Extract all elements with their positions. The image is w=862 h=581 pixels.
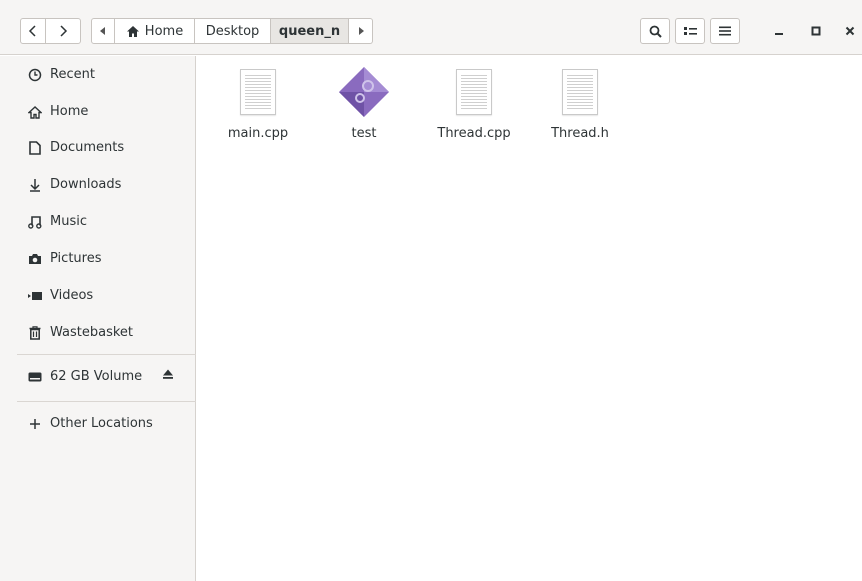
sidebar-item-label: Home	[50, 103, 89, 119]
sidebar-item-home[interactable]: Home	[0, 93, 196, 129]
file-name: Thread.cpp	[437, 126, 511, 141]
sidebar-item-other-locations[interactable]: Other Locations	[0, 405, 196, 441]
search-button[interactable]	[640, 18, 670, 44]
chevron-right-icon	[60, 25, 68, 37]
back-button[interactable]	[20, 18, 46, 44]
sidebar-item-label: Pictures	[50, 250, 102, 266]
sidebar-item-label: Videos	[50, 287, 94, 303]
sidebar-item-music[interactable]: Music	[0, 203, 196, 239]
forward-button[interactable]	[45, 18, 81, 44]
path-crumb-desktop[interactable]: Desktop	[195, 18, 271, 44]
sidebar-item-label: Recent	[50, 66, 95, 82]
home-icon	[27, 104, 43, 120]
sidebar: Recent Home Documents Downloads Music Pi…	[0, 56, 196, 581]
video-icon	[27, 288, 43, 304]
plus-icon	[27, 416, 43, 432]
file-item[interactable]: Thread.h	[535, 62, 625, 152]
path-crumb-label: queen_n	[278, 23, 341, 39]
view-toggle-button[interactable]	[675, 18, 705, 44]
eject-icon[interactable]	[162, 368, 174, 384]
path-crumb-home[interactable]: Home	[115, 18, 195, 44]
chevron-left-icon	[28, 25, 36, 37]
sidebar-item-wastebasket[interactable]: Wastebasket	[0, 314, 196, 350]
file-item[interactable]: Thread.cpp	[429, 62, 519, 152]
file-view[interactable]: main.cpp test Thread.cpp Thread.h	[197, 56, 862, 581]
executable-icon	[334, 62, 394, 122]
maximize-button[interactable]	[803, 18, 829, 44]
sidebar-item-pictures[interactable]: Pictures	[0, 240, 196, 276]
path-bar: Home Desktop queen_n	[91, 18, 373, 44]
sidebar-item-label: Music	[50, 213, 87, 229]
sidebar-item-label: Wastebasket	[50, 324, 134, 340]
file-name: Thread.h	[551, 126, 609, 141]
sidebar-item-videos[interactable]: Videos	[0, 277, 196, 313]
list-view-icon	[683, 27, 697, 35]
sidebar-item-label: 62 GB Volume	[50, 368, 143, 384]
clock-icon	[27, 67, 43, 83]
file-item[interactable]: main.cpp	[213, 62, 303, 152]
header-bar: Home Desktop queen_n	[0, 0, 862, 55]
file-item[interactable]: test	[319, 62, 409, 152]
menu-button[interactable]	[710, 18, 740, 44]
file-name: test	[351, 126, 377, 141]
trash-icon	[27, 325, 43, 341]
path-crumb-label: Desktop	[205, 23, 260, 39]
text-file-icon	[444, 62, 504, 122]
download-icon	[27, 177, 43, 193]
minimize-button[interactable]	[766, 18, 792, 44]
document-icon	[27, 140, 43, 156]
search-icon	[649, 25, 662, 38]
path-scroll-right-button[interactable]	[349, 18, 373, 44]
hamburger-menu-icon	[719, 26, 731, 36]
triangle-left-icon	[100, 27, 105, 35]
sidebar-separator	[17, 354, 196, 355]
home-icon	[126, 25, 139, 37]
sidebar-item-label: Documents	[50, 139, 125, 155]
close-icon	[845, 26, 855, 36]
drive-icon	[27, 369, 43, 385]
close-button[interactable]	[837, 18, 862, 44]
maximize-icon	[811, 26, 821, 36]
sidebar-item-label: Other Locations	[50, 415, 153, 431]
sidebar-item-recent[interactable]: Recent	[0, 56, 196, 92]
minimize-icon	[775, 33, 783, 35]
text-file-icon	[550, 62, 610, 122]
path-crumb-current[interactable]: queen_n	[271, 18, 349, 44]
path-scroll-left-button[interactable]	[91, 18, 115, 44]
music-icon	[27, 214, 43, 230]
triangle-right-icon	[358, 27, 364, 35]
sidebar-item-label: Downloads	[50, 176, 122, 192]
sidebar-item-documents[interactable]: Documents	[0, 129, 196, 165]
sidebar-item-volume[interactable]: 62 GB Volume	[0, 358, 196, 394]
sidebar-separator	[17, 401, 196, 402]
camera-icon	[27, 251, 43, 267]
path-crumb-label: Home	[144, 23, 184, 39]
sidebar-item-downloads[interactable]: Downloads	[0, 166, 196, 202]
file-name: main.cpp	[227, 126, 289, 141]
text-file-icon	[228, 62, 288, 122]
